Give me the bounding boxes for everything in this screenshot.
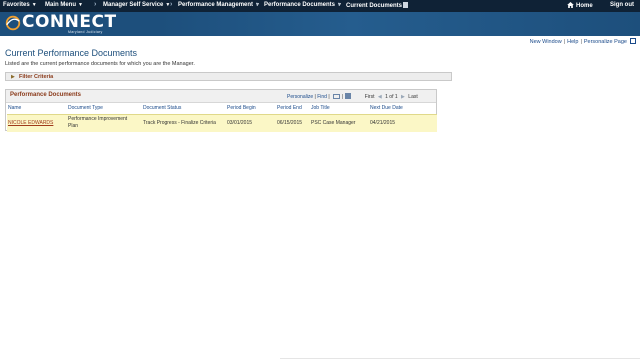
personalize-page-link[interactable]: Personalize Page <box>584 39 627 45</box>
period-end-cell: 06/15/2015 <box>277 120 303 126</box>
grid-row-range: 1 of 1 <box>385 94 398 100</box>
view-all-icon[interactable] <box>333 94 341 99</box>
favorites-menu[interactable]: Favorites ▼ <box>3 2 37 8</box>
favorites-label: Favorites <box>3 2 30 8</box>
period-begin-cell: 03/01/2015 <box>227 120 253 126</box>
page-instructions: Listed are the current performance docum… <box>5 61 195 67</box>
home-icon <box>567 2 574 8</box>
performance-documents-grid: Performance Documents Personalize | Find… <box>5 89 437 132</box>
column-header-document-type[interactable]: Document Type <box>68 105 103 111</box>
column-header-job-title[interactable]: Job Title <box>311 105 330 111</box>
grid-first-label: First <box>364 94 375 100</box>
chevron-down-icon: ▼ <box>78 2 83 8</box>
grid-find-link[interactable]: Find <box>317 94 327 100</box>
connect-logo-icon <box>5 15 21 31</box>
top-nav-bar: Favorites ▼ Main Menu ▼ › Manager Self Ser… <box>0 0 640 12</box>
brand-logo-text: CONNECT <box>22 12 117 32</box>
grid-personalize-link[interactable]: Personalize <box>287 94 313 100</box>
home-label: Home <box>576 3 593 9</box>
column-header-name[interactable]: Name <box>8 105 21 111</box>
column-header-period-end[interactable]: Period End <box>277 105 302 111</box>
download-excel-icon[interactable] <box>345 93 352 99</box>
employee-name-link[interactable]: NICOLE EDWARDS <box>8 120 53 126</box>
grid-navigation: Personalize | Find | | First ◀ 1 of 1 ▶ … <box>287 93 418 100</box>
main-menu[interactable]: Main Menu ▼ <box>45 2 83 8</box>
breadcrumb-label: Manager Self Service <box>103 2 164 8</box>
divider: | <box>563 39 566 45</box>
column-header-period-begin[interactable]: Period Begin <box>227 105 256 111</box>
page-toolbar-links: New Window | Help | Personalize Page <box>530 38 636 45</box>
breadcrumb-label: Current Documents <box>346 3 403 9</box>
breadcrumb-performance-documents[interactable]: Performance Documents ▼ <box>264 2 342 8</box>
page-title: Current Performance Documents <box>5 48 138 58</box>
filter-criteria-label[interactable]: Filter Criteria <box>19 74 53 80</box>
breadcrumb-separator-icon: › <box>94 1 97 8</box>
table-row[interactable]: NICOLE EDWARDS Performance Improvement P… <box>7 114 437 132</box>
sign-out-link[interactable]: Sign out <box>610 2 634 8</box>
next-arrow-icon[interactable]: ▶ <box>401 94 405 100</box>
document-icon <box>403 2 409 8</box>
divider: | <box>314 94 316 100</box>
next-due-date-cell: 04/21/2015 <box>370 120 396 126</box>
banner-decoration <box>160 12 640 36</box>
home-link[interactable]: Home <box>567 2 593 9</box>
document-type-line2: Plan <box>68 123 79 129</box>
grid-last-label: Last <box>408 94 418 100</box>
divider: | <box>328 94 330 100</box>
expand-triangle-icon[interactable]: ▶ <box>11 74 15 80</box>
previous-arrow-icon[interactable]: ◀ <box>378 94 382 100</box>
column-header-next-due-date[interactable]: Next Due Date <box>370 105 403 111</box>
breadcrumb-separator-icon: › <box>338 1 341 8</box>
footer-divider <box>280 358 640 359</box>
brand-logo-subtitle: Maryland Judiciary <box>68 30 103 34</box>
divider: | <box>580 39 582 45</box>
breadcrumb-current-documents[interactable]: Current Documents <box>346 2 409 9</box>
new-window-link[interactable]: New Window <box>530 39 562 45</box>
breadcrumb-separator-icon: › <box>170 1 173 8</box>
filter-criteria-section[interactable]: ▶ Filter Criteria <box>5 72 452 81</box>
help-link[interactable]: Help <box>567 39 578 45</box>
document-status-cell: Track Progress - Finalize Criteria <box>143 120 216 126</box>
column-header-document-status[interactable]: Document Status <box>143 105 181 111</box>
breadcrumb-manager-self-service[interactable]: Manager Self Service ▼ <box>103 2 170 8</box>
breadcrumb-label: Performance Documents <box>264 2 336 8</box>
breadcrumb-label: Performance Management <box>178 2 254 8</box>
page-menu-icon[interactable] <box>630 38 636 44</box>
breadcrumb-performance-management[interactable]: Performance Management ▼ <box>178 2 260 8</box>
document-type-line1: Performance Improvement <box>68 116 128 122</box>
breadcrumb-separator-icon: › <box>256 1 259 8</box>
chevron-down-icon: ▼ <box>31 2 37 8</box>
divider: | <box>342 94 344 100</box>
grid-title: Performance Documents <box>10 92 82 98</box>
grid-header: Performance Documents Personalize | Find… <box>6 90 436 103</box>
job-title-cell: PSC Case Manager <box>311 120 356 126</box>
main-menu-label: Main Menu <box>45 2 76 8</box>
